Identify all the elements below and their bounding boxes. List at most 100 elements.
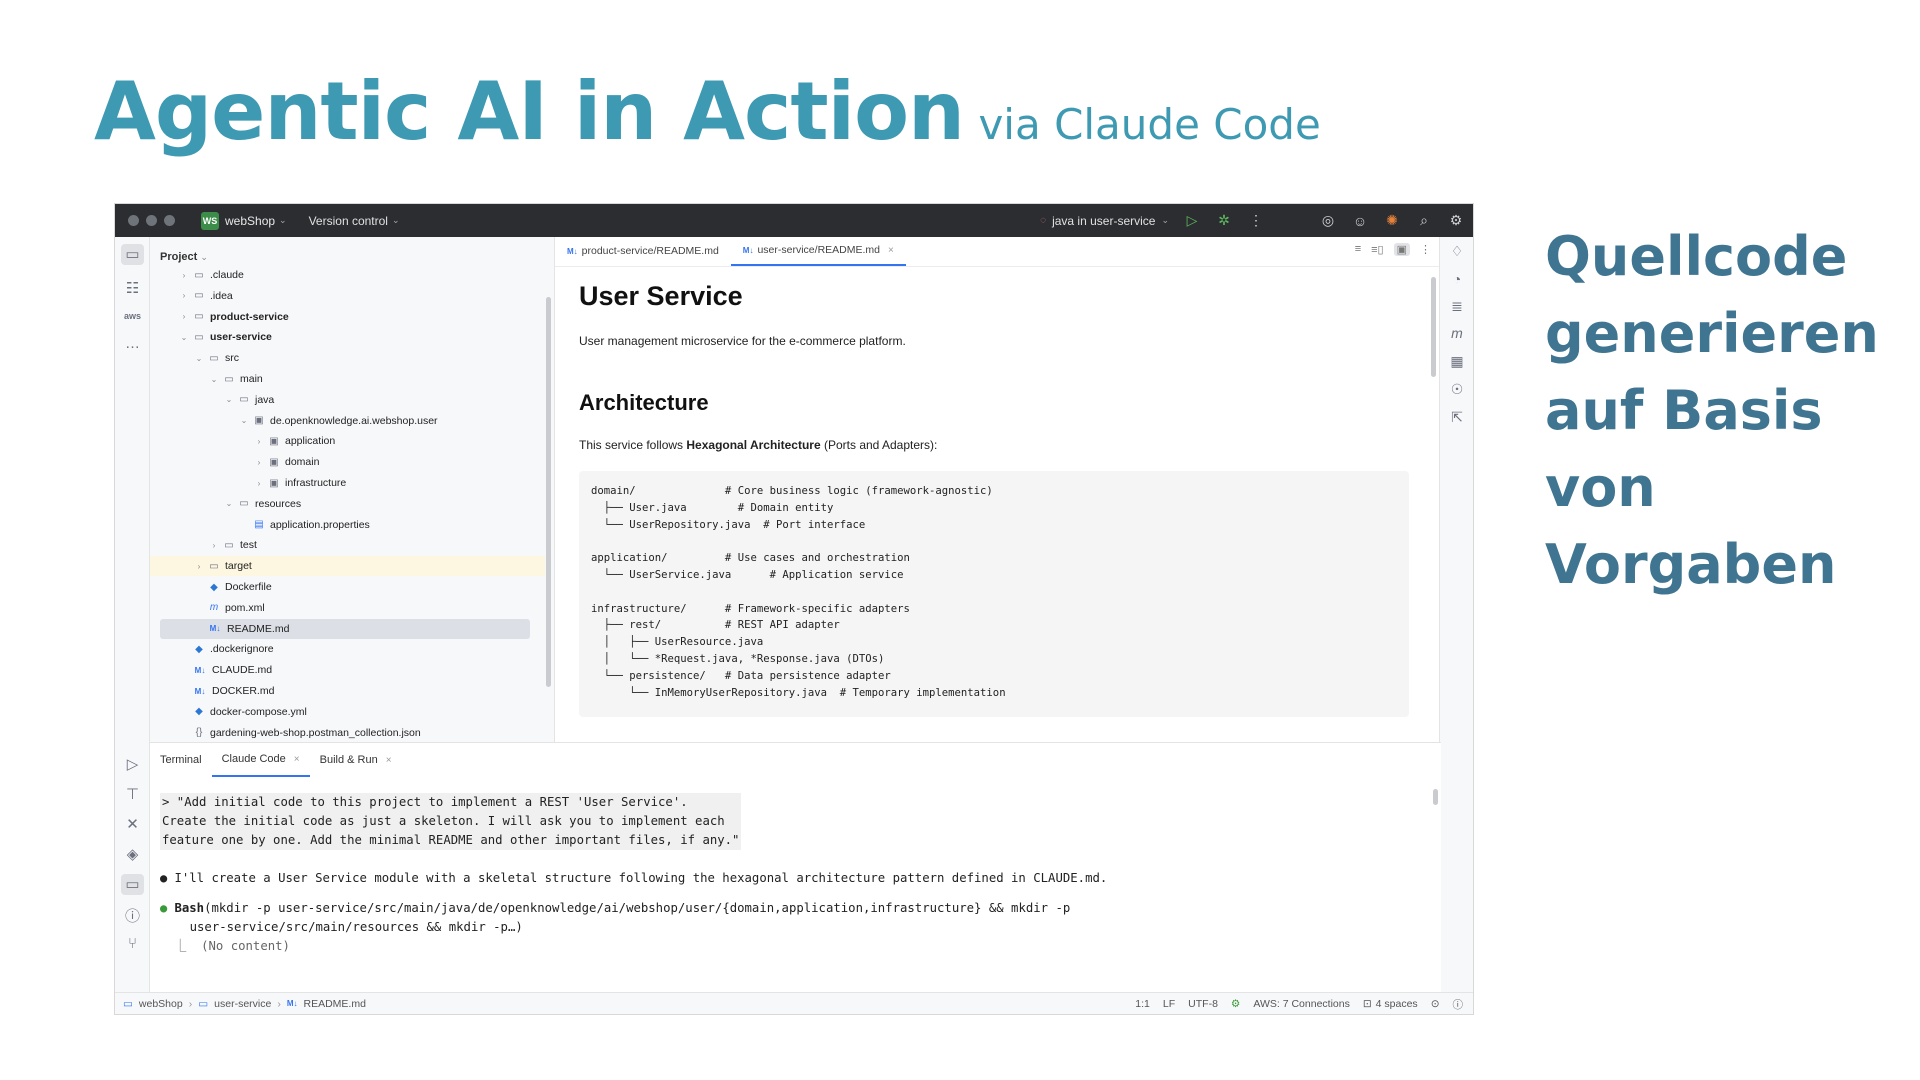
editor-only-icon[interactable]: ≡: [1355, 243, 1361, 256]
run-configuration-selector[interactable]: ◌ java in user-service ⌄: [1040, 214, 1169, 228]
breadcrumb-item[interactable]: webShop: [139, 998, 183, 1010]
tree-item[interactable]: › ▭ .idea: [150, 286, 545, 306]
tab-user-service-readme[interactable]: M↓ user-service/README.md ×: [730, 237, 906, 266]
structure-tool-icon[interactable]: ☷: [115, 279, 150, 297]
tree-item[interactable]: › ▣ infrastructure: [150, 473, 545, 493]
tree-item[interactable]: › ▭ product-service: [150, 307, 545, 327]
breadcrumb-item[interactable]: user-service: [214, 998, 271, 1010]
chevron-down-icon[interactable]: ⌄: [194, 354, 204, 363]
minimize-window-button[interactable]: [146, 215, 157, 226]
aws-connections[interactable]: AWS: 7 Connections: [1253, 998, 1350, 1010]
endpoints-tool-icon[interactable]: ◈: [115, 845, 150, 863]
problems-tool-icon[interactable]: ⓘ: [115, 905, 150, 926]
project-panel-header[interactable]: Project ⌄: [160, 251, 208, 263]
run-config-icon: ◌: [1040, 215, 1047, 226]
tree-item[interactable]: › ▣ application: [150, 431, 545, 451]
database-icon[interactable]: ≣: [1440, 298, 1473, 315]
project-badge[interactable]: WS: [201, 211, 219, 230]
line-separator[interactable]: LF: [1163, 998, 1175, 1010]
chevron-right-icon[interactable]: ›: [179, 291, 189, 300]
notifications-icon[interactable]: ♢: [1440, 243, 1473, 260]
tab-claude-code[interactable]: Claude Code ×: [211, 743, 310, 777]
ai-assistant-icon[interactable]: ◎: [1319, 212, 1337, 229]
project-switcher[interactable]: webShop: [225, 214, 275, 228]
chevron-down-icon[interactable]: ⌄: [209, 375, 219, 384]
aws-tool-icon[interactable]: aws: [115, 311, 150, 321]
build-tool-icon[interactable]: ⊤: [115, 785, 150, 803]
debug-icon[interactable]: ✲: [1215, 212, 1233, 229]
lock-icon[interactable]: ⊙: [1431, 998, 1440, 1010]
tree-item[interactable]: ⌄ ▭ user-service: [150, 327, 545, 347]
chevron-down-icon[interactable]: ⌄: [224, 395, 234, 404]
tab-build-run[interactable]: Build & Run ×: [310, 743, 402, 777]
run-tool-icon[interactable]: ▷: [115, 755, 150, 773]
tree-item[interactable]: › ▭ target: [150, 556, 545, 577]
breadcrumb-item[interactable]: README.md: [304, 998, 366, 1010]
chevron-right-icon[interactable]: ›: [209, 541, 219, 550]
chevron-down-icon[interactable]: ⌄: [239, 416, 249, 425]
tree-item[interactable]: M↓ CLAUDE.md: [150, 660, 545, 680]
close-tab-icon[interactable]: ×: [294, 754, 300, 765]
git-tool-icon[interactable]: ⑂: [115, 935, 150, 952]
tree-item[interactable]: ▤ application.properties: [150, 515, 545, 535]
tree-item[interactable]: m pom.xml: [150, 598, 545, 618]
tree-item[interactable]: M↓ README.md: [160, 618, 530, 639]
claude-icon[interactable]: ✺: [1383, 212, 1401, 229]
preview-only-icon[interactable]: ▣: [1393, 243, 1410, 256]
close-tab-icon[interactable]: ×: [888, 245, 894, 256]
zoom-window-button[interactable]: [164, 215, 175, 226]
status-widgets: 1:1 LF UTF-8 ⚙ AWS: 7 Connections ⊡ 4 sp…: [1135, 993, 1464, 1014]
tree-item[interactable]: ◆ .dockerignore: [150, 639, 545, 659]
tree-item[interactable]: ◆ docker-compose.yml: [150, 702, 545, 722]
chevron-right-icon[interactable]: ›: [254, 479, 264, 488]
tab-terminal[interactable]: Terminal: [150, 743, 212, 777]
deploy-icon[interactable]: ⇱: [1440, 409, 1473, 426]
chevron-right-icon[interactable]: ›: [179, 312, 189, 321]
split-view-icon[interactable]: ≡▯: [1371, 243, 1383, 256]
chevron-down-icon[interactable]: ⌄: [179, 333, 189, 342]
more-tools-icon[interactable]: …: [115, 335, 150, 352]
tree-item[interactable]: › ▭ test: [150, 535, 545, 555]
run-icon[interactable]: ▷: [1183, 212, 1201, 229]
more-actions-icon[interactable]: ⋮: [1247, 212, 1265, 229]
terminal-tool-icon[interactable]: ▭: [115, 874, 150, 895]
info-icon[interactable]: ⓘ: [1453, 997, 1464, 1012]
chevron-right-icon[interactable]: ›: [254, 458, 264, 467]
caret-position[interactable]: 1:1: [1135, 998, 1150, 1010]
editor-scrollbar[interactable]: [1431, 277, 1436, 377]
add-user-icon[interactable]: ☺: [1351, 213, 1369, 229]
chevron-right-icon[interactable]: ›: [254, 437, 264, 446]
services-tool-icon[interactable]: ✕: [115, 815, 150, 833]
tree-item[interactable]: ⌄ ▭ main: [150, 369, 545, 389]
file-encoding[interactable]: UTF-8: [1188, 998, 1218, 1010]
more-icon[interactable]: ⋮: [1420, 243, 1431, 256]
tree-item[interactable]: › ▭ .claude: [150, 265, 545, 285]
version-control-menu[interactable]: Version control: [309, 214, 388, 228]
tree-item[interactable]: ⌄ ▭ resources: [150, 494, 545, 514]
search-icon[interactable]: ⌕: [1415, 212, 1433, 229]
tree-item[interactable]: ⌄ ▭ src: [150, 348, 545, 368]
chevron-right-icon[interactable]: ›: [179, 271, 189, 280]
close-window-button[interactable]: [128, 215, 139, 226]
tree-item[interactable]: M↓ DOCKER.md: [150, 681, 545, 701]
chevron-down-icon[interactable]: ⌄: [224, 499, 234, 508]
ai-chat-icon[interactable]: ◔: [1440, 271, 1473, 287]
project-tool-icon[interactable]: ▭: [115, 244, 150, 265]
tree-item[interactable]: {} gardening-web-shop.postman_collection.…: [150, 723, 545, 742]
tree-item[interactable]: › ▣ domain: [150, 452, 545, 472]
copilot-icon[interactable]: ☉: [1440, 381, 1473, 398]
terminal-scrollbar[interactable]: [1433, 789, 1438, 805]
settings-gear-icon[interactable]: ⚙: [1447, 212, 1465, 229]
indent-setting[interactable]: 4 spaces: [1376, 998, 1418, 1010]
tree-item[interactable]: ⌄ ▣ de.openknowledge.ai.webshop.user: [150, 411, 545, 431]
tree-item[interactable]: ◆ Dockerfile: [150, 577, 545, 597]
package-icon: ▣: [269, 477, 279, 489]
maven-icon[interactable]: m: [1440, 325, 1473, 341]
chevron-right-icon[interactable]: ›: [194, 562, 204, 571]
docker-icon: ◆: [210, 581, 218, 593]
close-tab-icon[interactable]: ×: [386, 755, 392, 766]
coverage-icon[interactable]: ▦: [1440, 353, 1473, 370]
project-scrollbar[interactable]: [546, 297, 551, 687]
tab-product-service-readme[interactable]: M↓ product-service/README.md: [555, 237, 731, 266]
tree-item[interactable]: ⌄ ▭ java: [150, 390, 545, 410]
